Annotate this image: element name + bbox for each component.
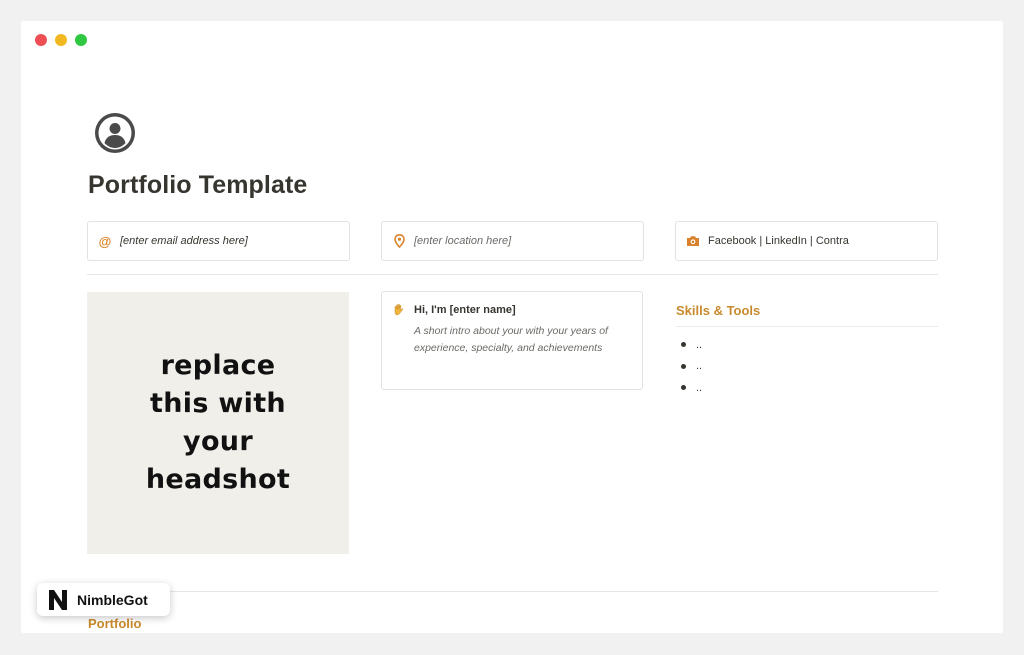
- window-controls: [35, 34, 87, 46]
- close-window-button[interactable]: [35, 34, 47, 46]
- intro-greeting: Hi, I'm [enter name]: [414, 304, 516, 316]
- social-links-field[interactable]: Facebook | LinkedIn | Contra: [675, 221, 938, 261]
- skills-list-item[interactable]: ..: [681, 356, 702, 378]
- skills-list: .. .. ..: [681, 334, 702, 399]
- headshot-line: replace: [160, 350, 276, 381]
- skills-list-item[interactable]: ..: [681, 377, 702, 399]
- badge-brand-name: NimbleGot: [77, 591, 148, 608]
- intro-callout[interactable]: Hi, I'm [enter name] A short intro about…: [381, 291, 643, 390]
- intro-description-line: A short intro about your with your years…: [414, 325, 608, 337]
- headshot-line: this with: [150, 388, 286, 419]
- page-title: Portfolio Template: [88, 171, 308, 199]
- skills-list-item[interactable]: ..: [681, 334, 702, 356]
- location-pin-icon: [392, 234, 406, 248]
- skills-divider: [676, 326, 938, 327]
- intro-description-line: experience, specialty, and achievements: [414, 341, 603, 354]
- headshot-line: headshot: [145, 464, 291, 495]
- user-avatar-icon[interactable]: [93, 111, 137, 155]
- minimize-window-button[interactable]: [55, 34, 67, 46]
- social-links[interactable]: Facebook | LinkedIn | Contra: [708, 235, 849, 247]
- nimblegot-badge[interactable]: NimbleGot: [37, 583, 170, 616]
- headshot-line: your: [183, 426, 253, 457]
- at-sign-icon: @: [98, 233, 112, 249]
- app-window: Portfolio Template @ [enter email addres…: [21, 21, 1003, 633]
- waving-hand-icon: [394, 303, 404, 316]
- nimblegot-logo-icon: [49, 589, 67, 610]
- location-placeholder: [enter location here]: [414, 235, 512, 247]
- headshot-placeholder-image[interactable]: replace this with your headshot: [87, 292, 349, 554]
- section-divider: [87, 274, 938, 275]
- portfolio-heading: Portfolio: [88, 616, 142, 631]
- location-field[interactable]: [enter location here]: [381, 221, 644, 261]
- email-field[interactable]: @ [enter email address here]: [87, 221, 350, 261]
- email-placeholder: [enter email address here]: [120, 235, 248, 247]
- camera-icon: [686, 234, 700, 248]
- section-divider: [87, 591, 938, 592]
- skills-heading: Skills & Tools: [676, 303, 761, 318]
- maximize-window-button[interactable]: [75, 34, 87, 46]
